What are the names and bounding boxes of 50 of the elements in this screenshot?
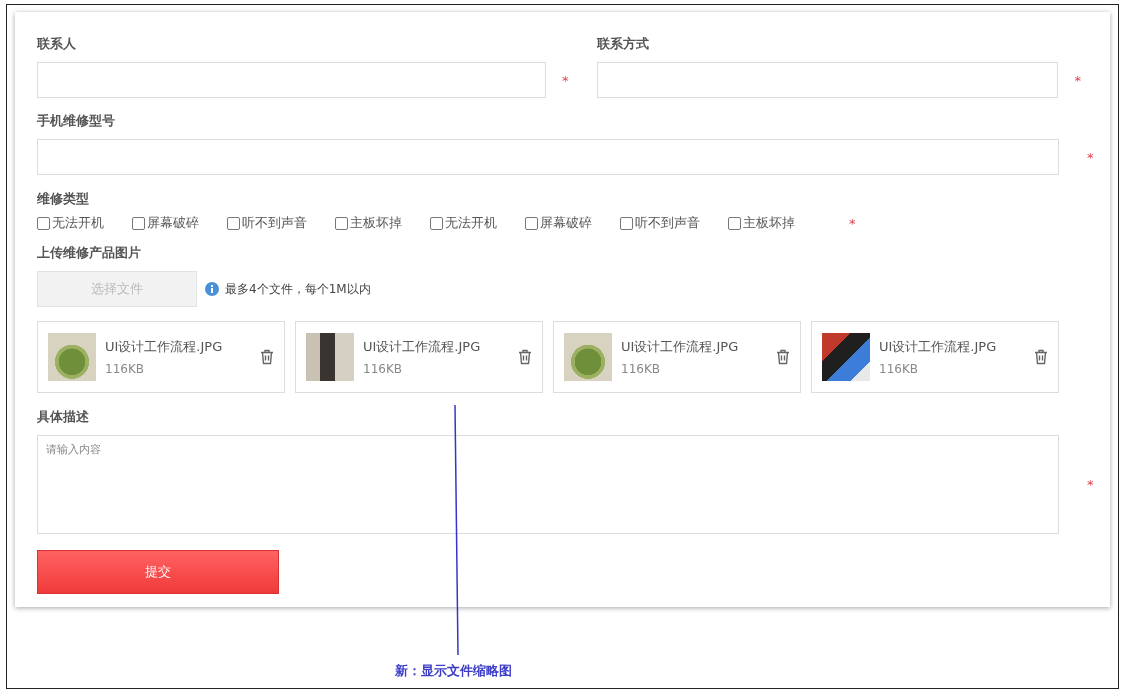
photo-placeholder bbox=[48, 333, 96, 381]
checkbox[interactable] bbox=[335, 216, 348, 230]
field-label: 联系人 bbox=[37, 35, 77, 53]
info-icon bbox=[205, 282, 219, 296]
checkbox[interactable] bbox=[728, 216, 741, 230]
file-size: 116KB bbox=[363, 362, 403, 376]
file-size: 116KB bbox=[105, 362, 145, 376]
checkbox[interactable] bbox=[525, 216, 538, 230]
option-label[interactable]: 无法开机 bbox=[445, 214, 497, 232]
checkbox[interactable] bbox=[620, 216, 633, 230]
photo-placeholder bbox=[306, 333, 354, 381]
file-size: 116KB bbox=[621, 362, 661, 376]
option-label[interactable]: 主板坏掉 bbox=[743, 214, 795, 232]
option-label[interactable]: 听不到声音 bbox=[242, 214, 307, 232]
text-field[interactable] bbox=[37, 62, 546, 98]
trash-icon[interactable] bbox=[1034, 349, 1048, 365]
description-field[interactable]: 请输入内容 bbox=[37, 435, 1059, 534]
field-label: 联系方式 bbox=[597, 35, 651, 53]
field-label: 上传维修产品图片 bbox=[37, 244, 142, 262]
upload-hint: 最多4个文件，每个1M以内 bbox=[225, 280, 371, 298]
option-label[interactable]: 听不到声音 bbox=[635, 214, 700, 232]
required-mark: * bbox=[1074, 72, 1081, 88]
file-name: UI设计工作流程.JPG bbox=[621, 338, 740, 356]
required-mark: * bbox=[1087, 477, 1094, 492]
required-mark: * bbox=[849, 215, 856, 231]
file-name: UI设计工作流程.JPG bbox=[105, 338, 224, 356]
annotation-text: 新：显示文件缩略图 bbox=[395, 662, 512, 680]
file-name: UI设计工作流程.JPG bbox=[879, 338, 998, 356]
trash-icon[interactable] bbox=[776, 349, 790, 365]
option-label[interactable]: 主板坏掉 bbox=[350, 214, 402, 232]
checkbox[interactable] bbox=[227, 216, 240, 230]
file-size: 116KB bbox=[879, 362, 919, 376]
option-label[interactable]: 无法开机 bbox=[52, 214, 104, 232]
trash-icon[interactable] bbox=[260, 349, 274, 365]
checkbox[interactable] bbox=[37, 216, 50, 230]
field-label: 维修类型 bbox=[37, 191, 89, 206]
required-mark: * bbox=[562, 72, 569, 88]
required-mark: * bbox=[1087, 149, 1094, 165]
checkbox[interactable] bbox=[430, 216, 443, 230]
field-label: 具体描述 bbox=[37, 408, 90, 426]
text-field[interactable] bbox=[37, 139, 1059, 175]
photo-placeholder bbox=[564, 333, 612, 381]
text-field[interactable] bbox=[597, 62, 1059, 98]
checkbox[interactable] bbox=[132, 216, 145, 230]
trash-icon[interactable] bbox=[518, 349, 532, 365]
field-label: 手机维修型号 bbox=[37, 112, 116, 130]
option-label[interactable]: 屏幕破碎 bbox=[540, 214, 592, 232]
file-name: UI设计工作流程.JPG bbox=[363, 338, 482, 356]
photo-placeholder bbox=[822, 333, 870, 381]
option-label[interactable]: 屏幕破碎 bbox=[147, 214, 199, 232]
